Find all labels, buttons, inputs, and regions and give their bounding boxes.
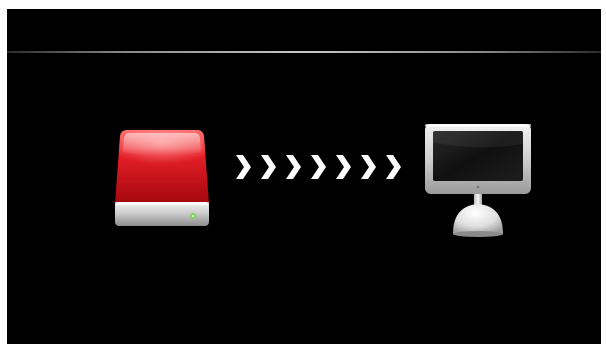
chevron-right-icon — [261, 155, 276, 179]
transfer-direction-arrows — [233, 153, 405, 181]
chevron-right-icon — [311, 155, 326, 179]
chevron-right-icon — [336, 155, 351, 179]
chevron-right-icon — [386, 155, 401, 179]
chevron-right-icon — [361, 155, 376, 179]
transfer-screen — [7, 9, 601, 344]
chevron-right-icon — [236, 155, 251, 179]
imac-monitor-icon — [425, 124, 531, 237]
top-divider — [7, 51, 601, 53]
external-hard-drive-icon — [115, 130, 209, 226]
chevron-right-icon — [286, 155, 301, 179]
